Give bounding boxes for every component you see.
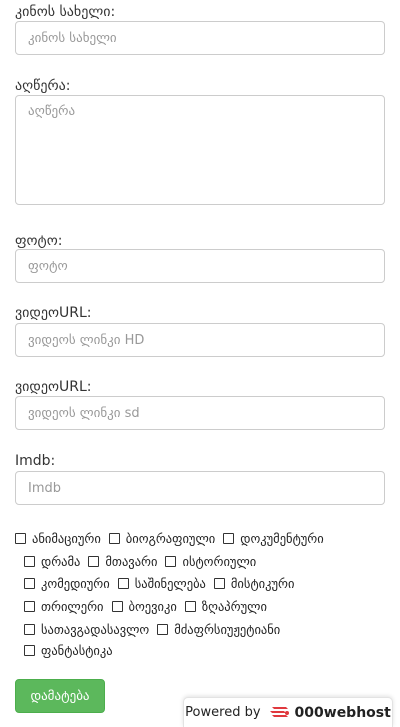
checkbox-box[interactable] [88, 555, 100, 567]
genre-checkbox[interactable]: დოკუმენტური [223, 531, 324, 546]
genre-checkbox[interactable]: მისტიკური [213, 575, 295, 591]
checkbox-box[interactable] [111, 600, 123, 612]
genre-label: ფანტასტიკა [41, 642, 113, 658]
checkbox-box[interactable] [117, 577, 129, 589]
genre-row: თრილერი ბოევიკი ზღაპრული [24, 596, 275, 616]
checkbox-box[interactable] [223, 532, 235, 544]
genre-label: საშინელება [134, 575, 206, 591]
genre-label: მძაფრსიუჟეტიანი [174, 621, 281, 637]
checkbox-box[interactable] [24, 623, 35, 635]
genre-checkbox[interactable]: საშინელება [117, 575, 206, 591]
checkbox-box[interactable] [24, 555, 35, 567]
genre-checkbox[interactable]: თრილერი [24, 599, 104, 614]
checkbox-box[interactable] [24, 600, 35, 612]
genre-row: ანიმაციური ბიოგრაფიული დოკუმენტური [15, 528, 332, 548]
genre-checkbox[interactable]: სათავგადასავლო [24, 622, 149, 637]
genre-checkbox[interactable]: ფანტასტიკა [24, 643, 113, 658]
genre-row: სათავგადასავლო მძაფრსიუჟეტიანი [24, 619, 288, 639]
genre-checkbox[interactable]: ისტორიული [165, 554, 256, 569]
genre-row: კომედიური საშინელება მისტიკური [24, 573, 302, 593]
genre-label: დოკუმენტური [240, 530, 324, 546]
checkbox-box[interactable] [213, 577, 225, 589]
name-label: კინოს სახელი: [15, 4, 116, 20]
webhost-logo-icon [269, 705, 291, 721]
genre-label: კომედიური [41, 575, 110, 591]
genre-label: ბოევიკი [128, 598, 177, 614]
powered-by-text: Powered by [185, 705, 261, 720]
genre-label: ბიოგრაფიული [125, 530, 216, 546]
video-hd-input[interactable] [15, 323, 385, 357]
genre-checkbox[interactable]: მძაფრსიუჟეტიანი [157, 622, 280, 637]
genre-label: სათავგადასავლო [41, 621, 150, 637]
genre-checkbox[interactable]: ბოევიკი [111, 598, 177, 614]
genre-label: დრამა [41, 553, 81, 569]
checkbox-box[interactable] [24, 577, 35, 589]
description-textarea[interactable] [15, 95, 385, 205]
photo-label: ფოტო: [15, 233, 63, 249]
name-input[interactable] [15, 21, 385, 55]
photo-input[interactable] [15, 249, 385, 283]
genre-checkbox[interactable]: ანიმაციური [15, 531, 101, 546]
genre-label: მისტიკური [230, 575, 295, 591]
video-hd-label: ვიდეოURL: [15, 305, 92, 321]
genre-label: თრილერი [41, 598, 104, 614]
checkbox-box[interactable] [157, 623, 169, 635]
video-sd-label: ვიდეოURL: [15, 379, 92, 395]
checkbox-box[interactable] [15, 532, 26, 544]
checkbox-box[interactable] [108, 532, 120, 544]
genre-checkbox[interactable]: დრამა [24, 554, 80, 569]
genre-label: ისტორიული [182, 553, 257, 569]
genre-checkbox[interactable]: ზღაპრული [184, 598, 267, 614]
checkbox-box[interactable] [184, 600, 196, 612]
genre-row: ფანტასტიკა [24, 640, 121, 660]
genre-checkbox[interactable]: ბიოგრაფიული [108, 530, 216, 546]
checkbox-box[interactable] [165, 555, 177, 567]
brand-name: 000webhost [294, 704, 391, 721]
imdb-input[interactable] [15, 471, 385, 505]
genre-row: დრამა მთავარი ისტორიული [24, 551, 264, 571]
video-sd-input[interactable] [15, 396, 385, 430]
description-label: აღწერა: [15, 78, 71, 94]
genre-label: ზღაპრული [201, 598, 267, 614]
genre-checkbox[interactable]: კომედიური [24, 576, 110, 591]
genre-label: ანიმაციური [32, 530, 101, 546]
genre-checkbox[interactable]: მთავარი [88, 554, 157, 569]
powered-by-badge[interactable]: Powered by 000webhost [183, 697, 393, 727]
genre-label: მთავარი [105, 553, 158, 569]
add-button[interactable]: დამატება [15, 679, 105, 713]
imdb-label: Imdb: [15, 453, 56, 469]
checkbox-box[interactable] [24, 644, 35, 656]
